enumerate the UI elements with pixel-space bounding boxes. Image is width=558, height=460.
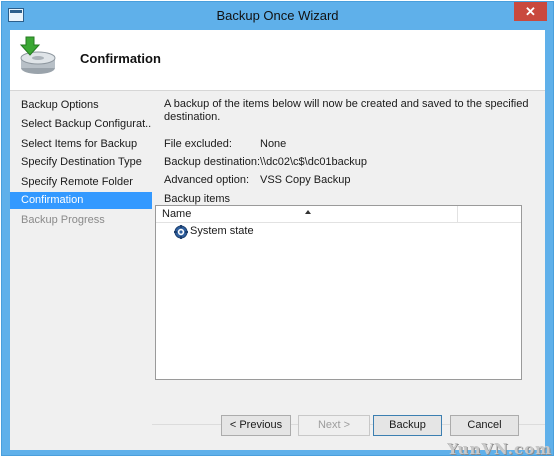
title-bar[interactable]: Backup Once Wizard ✕ <box>2 2 553 30</box>
intro-text: A backup of the items below will now be … <box>164 98 529 123</box>
file-excluded-value: None <box>260 138 287 150</box>
nav-item-select-items[interactable]: Select Items for Backup <box>10 136 152 153</box>
list-item-label: System state <box>190 225 254 237</box>
wizard-header: Confirmation <box>10 30 545 91</box>
watermark-text: YunVN.com <box>447 440 552 458</box>
nav-item-remote-folder[interactable]: Specify Remote Folder <box>10 174 152 191</box>
wizard-steps-nav: Backup Options Select Backup Configurat.… <box>10 91 152 450</box>
backup-items-list[interactable]: Name System state <box>155 205 522 380</box>
nav-item-backup-options[interactable]: Backup Options <box>10 97 152 114</box>
nav-item-confirmation[interactable]: Confirmation <box>10 192 152 209</box>
cancel-button[interactable]: Cancel <box>450 415 519 436</box>
destination-value: \\dc02\c$\dc01backup <box>260 156 368 168</box>
advanced-option-value: VSS Copy Backup <box>260 174 351 186</box>
backup-drive-icon <box>19 36 56 74</box>
backup-items-caption: Backup items <box>164 193 231 205</box>
previous-button[interactable]: < Previous <box>221 415 291 436</box>
nav-item-select-backup-configuration[interactable]: Select Backup Configurat... <box>10 116 152 133</box>
list-header: Name <box>156 206 521 223</box>
file-excluded-label: File excluded: <box>164 138 232 150</box>
destination-label: Backup destination: <box>164 156 261 168</box>
page-title: Confirmation <box>80 51 161 66</box>
next-button[interactable]: Next > <box>298 415 370 436</box>
close-button[interactable]: ✕ <box>514 2 547 21</box>
nav-item-backup-progress: Backup Progress <box>21 214 105 226</box>
column-separator[interactable] <box>457 206 458 222</box>
column-header-name[interactable]: Name <box>162 208 191 220</box>
system-state-gear-icon <box>174 225 188 239</box>
backup-button[interactable]: Backup <box>373 415 442 436</box>
advanced-option-label: Advanced option: <box>164 174 250 186</box>
nav-item-destination-type[interactable]: Specify Destination Type <box>10 154 152 171</box>
sort-ascending-icon <box>305 210 311 214</box>
window-title: Backup Once Wizard <box>216 8 339 23</box>
